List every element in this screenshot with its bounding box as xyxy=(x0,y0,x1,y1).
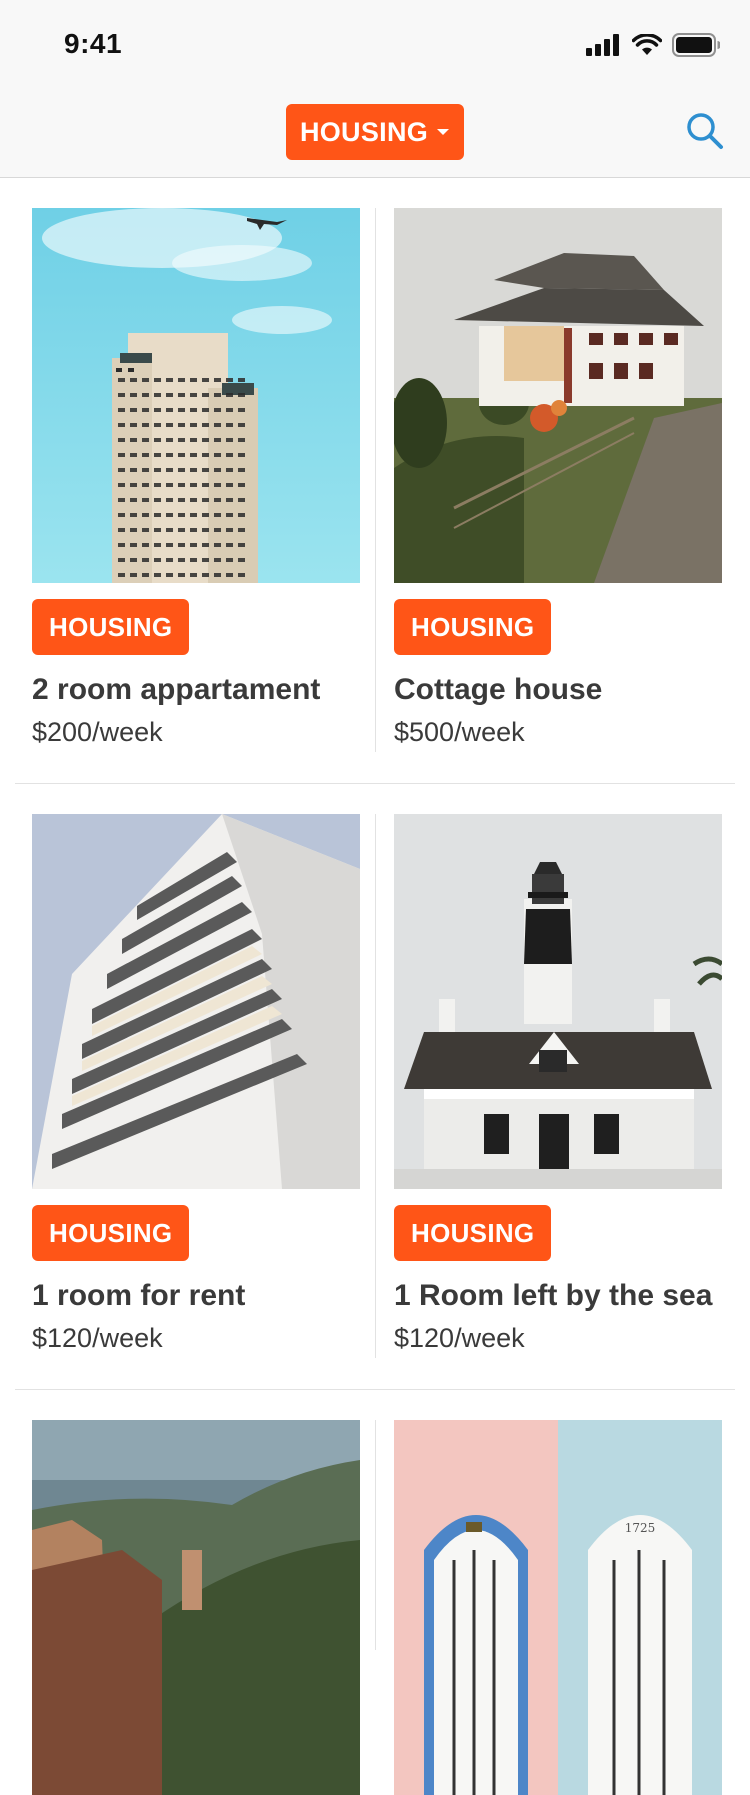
category-tag: HOUSING xyxy=(394,1205,552,1261)
house-number-text: 1725 xyxy=(625,1521,656,1535)
caret-down-icon xyxy=(437,129,450,135)
category-dropdown[interactable]: HOUSING xyxy=(286,104,464,160)
category-tag: HOUSING xyxy=(394,599,552,655)
category-tag: HOUSING xyxy=(32,599,190,655)
listing-title: 1 Room left by the sea xyxy=(394,1279,713,1312)
listing-photo-hillside-view xyxy=(32,1420,360,1795)
listing-card[interactable] xyxy=(32,1420,360,1795)
status-bar: 9:41 xyxy=(0,0,750,88)
listing-photo-lighthouse xyxy=(394,814,722,1189)
column-divider xyxy=(375,208,376,752)
listing-row: HOUSING 1 room for rent $120/week HOUSIN… xyxy=(15,784,735,1390)
listing-row: 1725 xyxy=(15,1390,735,1795)
listing-card[interactable]: HOUSING 2 room appartament $200/week xyxy=(32,208,360,748)
listing-card[interactable]: HOUSING 1 Room left by the sea $120/week xyxy=(394,814,722,1354)
listing-card[interactable]: 1725 xyxy=(394,1420,722,1795)
listing-title: Cottage house xyxy=(394,673,603,706)
nav-bar: HOUSING xyxy=(0,88,750,178)
category-dropdown-label: HOUSING xyxy=(299,116,429,147)
listing-price: $120/week xyxy=(32,1323,163,1353)
listing-photo-modern-building xyxy=(32,814,360,1189)
category-tag: HOUSING xyxy=(32,1205,190,1261)
listing-title: 2 room appartament xyxy=(32,673,321,706)
listing-price: $500/week xyxy=(394,717,525,747)
search-icon xyxy=(687,113,723,149)
listing-grid: HOUSING 2 room appartament $200/week HOU… xyxy=(15,178,735,1795)
listing-photo-highrise xyxy=(32,208,360,583)
battery-icon xyxy=(672,33,720,57)
listing-price: $120/week xyxy=(394,1323,525,1353)
listing-title: 1 room for rent xyxy=(32,1279,246,1312)
column-divider xyxy=(375,814,376,1358)
listing-row: HOUSING 2 room appartament $200/week HOU… xyxy=(15,178,735,784)
wifi-icon xyxy=(632,34,662,55)
status-icons xyxy=(586,32,720,58)
listing-photo-cottage xyxy=(394,208,722,583)
listing-card[interactable]: HOUSING 1 room for rent $120/week xyxy=(32,814,360,1354)
column-divider xyxy=(375,1420,376,1650)
listing-photo-colorful-doors: 1725 xyxy=(394,1420,722,1795)
status-time: 9:41 xyxy=(64,28,123,59)
search-button[interactable] xyxy=(682,108,728,154)
cellular-signal-icon xyxy=(586,34,619,56)
listing-card[interactable]: HOUSING Cottage house $500/week xyxy=(394,208,722,748)
listing-price: $200/week xyxy=(32,717,163,747)
